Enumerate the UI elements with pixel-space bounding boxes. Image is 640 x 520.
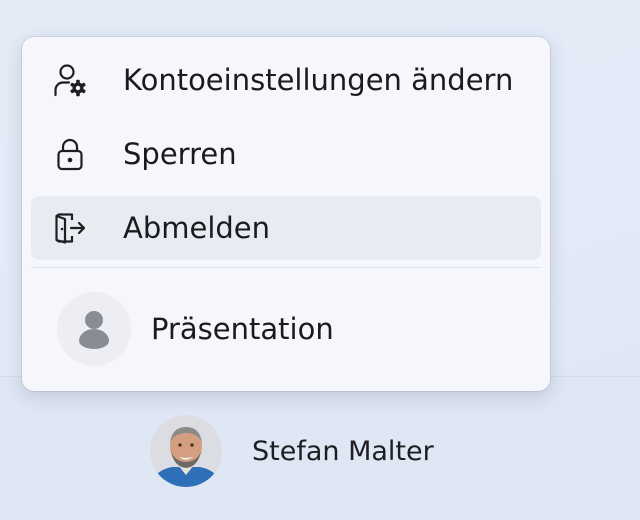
menu-item-change-account-settings[interactable]: Kontoeinstellungen ändern bbox=[31, 48, 541, 112]
lock-icon bbox=[53, 137, 87, 171]
menu-item-label: Abmelden bbox=[123, 211, 271, 245]
person-icon bbox=[57, 292, 131, 366]
switch-account-label: Präsentation bbox=[151, 312, 334, 346]
menu-item-sign-out[interactable]: Abmelden bbox=[31, 196, 541, 260]
switch-account-item[interactable]: Präsentation bbox=[31, 289, 541, 369]
sign-out-icon bbox=[53, 211, 87, 245]
menu-item-label: Sperren bbox=[123, 137, 237, 171]
current-user-name: Stefan Malter bbox=[252, 436, 434, 467]
menu-divider bbox=[31, 267, 541, 268]
account-context-menu: Kontoeinstellungen ändern Sperren Abmeld… bbox=[22, 37, 550, 391]
account-settings-icon bbox=[53, 63, 87, 97]
menu-item-label: Kontoeinstellungen ändern bbox=[123, 63, 514, 97]
user-avatar bbox=[150, 415, 222, 487]
menu-item-lock[interactable]: Sperren bbox=[31, 122, 541, 186]
